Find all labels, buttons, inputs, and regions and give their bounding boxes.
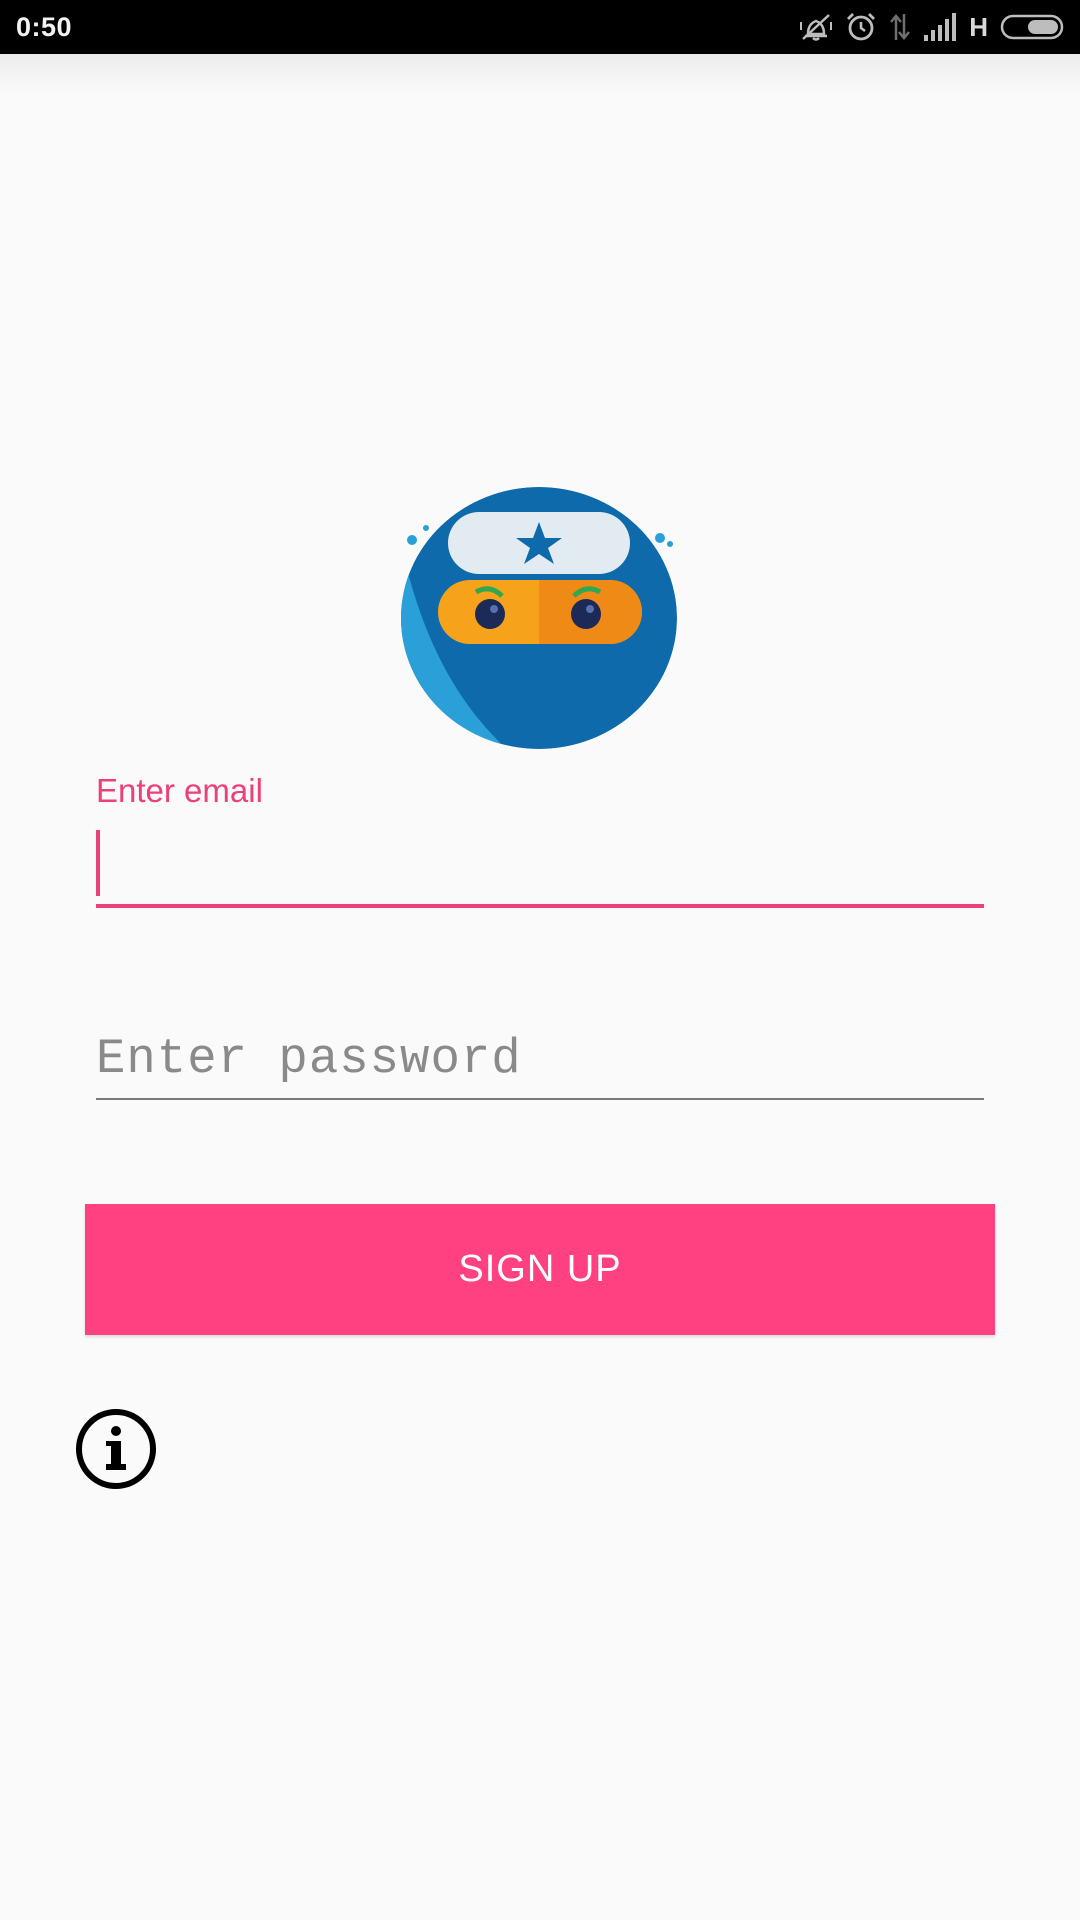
email-field[interactable] xyxy=(96,828,984,908)
vibrate-off-icon xyxy=(800,14,833,41)
text-cursor xyxy=(96,830,100,896)
top-shadow xyxy=(0,54,1080,94)
data-transfer-icon xyxy=(890,14,911,40)
alarm-icon xyxy=(847,13,876,41)
email-label: Enter email xyxy=(96,772,263,809)
battery-icon xyxy=(1000,14,1064,40)
password-field[interactable] xyxy=(96,1020,984,1100)
sign-up-button[interactable]: SIGN UP xyxy=(85,1204,995,1335)
info-icon[interactable] xyxy=(74,1407,158,1491)
signal-icon xyxy=(924,13,957,41)
status-icons: H xyxy=(799,11,1066,43)
status-time: 0:50 xyxy=(16,11,73,42)
network-type: H xyxy=(969,11,988,42)
ninja-logo-icon xyxy=(401,487,677,749)
status-bar: 0:50 H xyxy=(0,0,1080,54)
